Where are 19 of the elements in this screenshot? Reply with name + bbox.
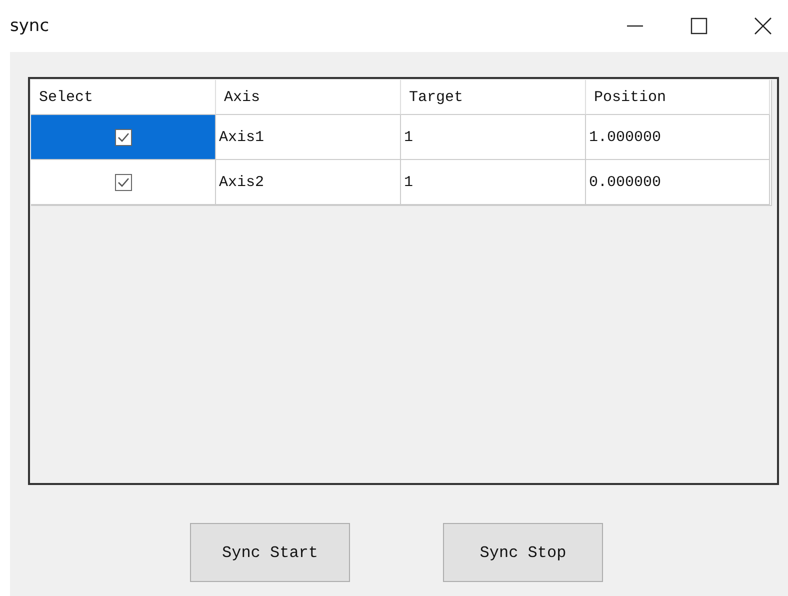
table-cell: 0.000000 (586, 160, 770, 205)
table-cell[interactable] (31, 160, 216, 205)
table-cell: 1 (401, 160, 586, 205)
table-cell: Axis2 (216, 160, 401, 205)
table-cell: 1 (401, 115, 586, 160)
sync-stop-button[interactable]: Sync Stop (443, 523, 603, 582)
maximize-icon[interactable] (690, 17, 708, 35)
checkbox[interactable] (114, 174, 132, 190)
checkbox[interactable] (114, 128, 132, 146)
column-header[interactable]: Axis (216, 80, 401, 115)
window-title: sync (10, 16, 50, 36)
column-header[interactable]: Select (31, 80, 216, 115)
sync-start-button[interactable]: Sync Start (190, 523, 350, 582)
column-header[interactable]: Target (401, 80, 586, 115)
close-icon[interactable] (754, 17, 772, 35)
table-cell: Axis1 (216, 115, 401, 160)
table-cell: 1.000000 (586, 115, 770, 160)
column-header[interactable]: Position (586, 80, 770, 115)
table-cell[interactable] (31, 115, 216, 160)
